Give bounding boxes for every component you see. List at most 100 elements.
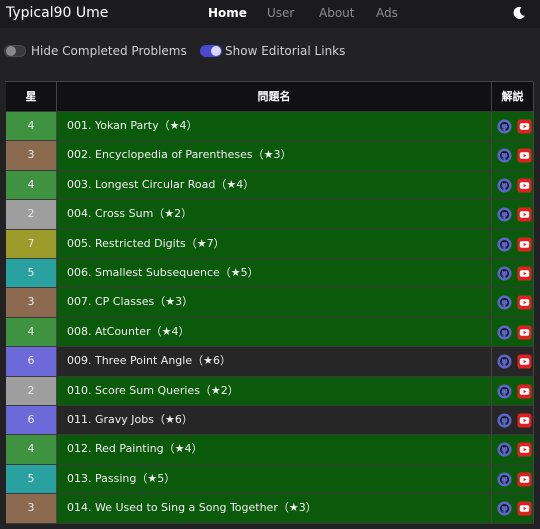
- youtube-icon[interactable]: [517, 384, 532, 399]
- youtube-icon[interactable]: [517, 148, 532, 163]
- header-editorial[interactable]: 解説: [492, 82, 534, 112]
- editorial-links: [492, 376, 534, 405]
- header-star[interactable]: 星: [6, 82, 57, 112]
- editorial-links: [492, 259, 534, 288]
- github-icon[interactable]: [497, 178, 512, 193]
- github-icon[interactable]: [497, 207, 512, 222]
- github-icon[interactable]: [497, 237, 512, 252]
- table-row: 3 014. We Used to Sing a Song Together（★3…: [6, 494, 534, 524]
- brand-title[interactable]: Typical90 Ume: [6, 5, 108, 21]
- github-icon[interactable]: [497, 266, 512, 281]
- difficulty-cell: 7: [6, 229, 57, 258]
- editorial-links: [492, 347, 534, 376]
- editorial-links: [492, 200, 534, 229]
- editorial-links: [492, 229, 534, 258]
- table-row: 6 011. Gravy Jobs（★6）: [6, 406, 534, 436]
- table-row: 5 013. Passing（★5）: [6, 464, 534, 495]
- github-icon[interactable]: [497, 501, 512, 516]
- youtube-icon[interactable]: [517, 266, 532, 281]
- problem-name-link[interactable]: 004. Cross Sum（★2）: [57, 200, 492, 229]
- show-editorial-label: Show Editorial Links: [225, 44, 346, 58]
- youtube-icon[interactable]: [517, 472, 532, 487]
- github-icon[interactable]: [497, 442, 512, 457]
- youtube-icon[interactable]: [517, 501, 532, 516]
- editorial-links: [492, 435, 534, 464]
- difficulty-cell: 5: [6, 464, 57, 494]
- difficulty-cell: 4: [6, 112, 57, 141]
- difficulty-cell: 4: [6, 170, 57, 200]
- problem-name-link[interactable]: 014. We Used to Sing a Song Together（★3）: [57, 494, 492, 523]
- youtube-icon[interactable]: [517, 354, 532, 369]
- table-row: 5 006. Smallest Subsequence（★5）: [6, 259, 534, 289]
- table-row: 3 007. CP Classes（★3）: [6, 288, 534, 318]
- show-editorial-toggle[interactable]: [200, 45, 222, 57]
- editorial-links: [492, 317, 534, 347]
- difficulty-cell: 4: [6, 435, 57, 464]
- problem-name-link[interactable]: 011. Gravy Jobs（★6）: [57, 406, 492, 435]
- problem-name-link[interactable]: 001. Yokan Party（★4）: [57, 112, 492, 141]
- problem-name-link[interactable]: 013. Passing（★5）: [57, 464, 492, 494]
- youtube-icon[interactable]: [517, 442, 532, 457]
- navbar: Typical90 Ume Home User About Ads: [0, 0, 540, 28]
- table-row: 4 008. AtCounter（★4）: [6, 317, 534, 348]
- editorial-links: [492, 288, 534, 317]
- table-row: 4 001. Yokan Party（★4）: [6, 112, 534, 142]
- difficulty-cell: 2: [6, 200, 57, 229]
- youtube-icon[interactable]: [517, 413, 532, 428]
- youtube-icon[interactable]: [517, 237, 532, 252]
- editorial-links: [492, 494, 534, 523]
- github-icon[interactable]: [497, 325, 512, 340]
- youtube-icon[interactable]: [517, 119, 532, 134]
- github-icon[interactable]: [497, 472, 512, 487]
- hide-completed-toggle[interactable]: [4, 45, 26, 57]
- difficulty-cell: 5: [6, 259, 57, 288]
- problem-name-link[interactable]: 007. CP Classes（★3）: [57, 288, 492, 317]
- difficulty-cell: 3: [6, 141, 57, 170]
- nav-ads-link[interactable]: Ads: [376, 6, 398, 20]
- youtube-icon[interactable]: [517, 325, 532, 340]
- github-icon[interactable]: [497, 354, 512, 369]
- table-header: 星 問題名 解説: [6, 82, 534, 112]
- github-icon[interactable]: [497, 119, 512, 134]
- table-row: 2 004. Cross Sum（★2）: [6, 200, 534, 230]
- filter-toggles: Hide Completed Problems Show Editorial L…: [0, 40, 540, 62]
- table-row: 3 002. Encyclopedia of Parentheses（★3）: [6, 141, 534, 171]
- nav-user-link[interactable]: User: [267, 6, 294, 20]
- editorial-links: [492, 406, 534, 435]
- youtube-icon[interactable]: [517, 295, 532, 310]
- problem-name-link[interactable]: 005. Restricted Digits（★7）: [57, 229, 492, 258]
- github-icon[interactable]: [497, 148, 512, 163]
- problem-name-link[interactable]: 002. Encyclopedia of Parentheses（★3）: [57, 141, 492, 170]
- problem-name-link[interactable]: 003. Longest Circular Road（★4）: [57, 170, 492, 200]
- difficulty-cell: 6: [6, 347, 57, 376]
- problem-name-link[interactable]: 006. Smallest Subsequence（★5）: [57, 259, 492, 288]
- nav-home-link[interactable]: Home: [208, 6, 247, 20]
- difficulty-cell: 3: [6, 288, 57, 317]
- difficulty-cell: 4: [6, 317, 57, 347]
- nav-about-link[interactable]: About: [319, 6, 354, 20]
- youtube-icon[interactable]: [517, 178, 532, 193]
- table-row: 7 005. Restricted Digits（★7）: [6, 229, 534, 259]
- hide-completed-label: Hide Completed Problems: [31, 44, 187, 58]
- difficulty-cell: 3: [6, 494, 57, 523]
- table-row: 6 009. Three Point Angle（★6）: [6, 347, 534, 377]
- editorial-links: [492, 112, 534, 141]
- problem-name-link[interactable]: 012. Red Painting（★4）: [57, 435, 492, 464]
- github-icon[interactable]: [497, 413, 512, 428]
- difficulty-cell: 6: [6, 406, 57, 435]
- editorial-links: [492, 464, 534, 494]
- moon-icon[interactable]: [512, 6, 526, 20]
- github-icon[interactable]: [497, 295, 512, 310]
- problem-table: 星 問題名 解説 4 001. Yokan Party（★4） 3 002. Ency…: [5, 81, 534, 524]
- editorial-links: [492, 141, 534, 170]
- youtube-icon[interactable]: [517, 207, 532, 222]
- problem-name-link[interactable]: 009. Three Point Angle（★6）: [57, 347, 492, 376]
- table-row: 2 010. Score Sum Queries（★2）: [6, 376, 534, 406]
- header-problem-name[interactable]: 問題名: [57, 82, 492, 112]
- editorial-links: [492, 170, 534, 200]
- problem-name-link[interactable]: 010. Score Sum Queries（★2）: [57, 376, 492, 405]
- table-row: 4 003. Longest Circular Road（★4）: [6, 170, 534, 201]
- github-icon[interactable]: [497, 384, 512, 399]
- difficulty-cell: 2: [6, 376, 57, 405]
- problem-name-link[interactable]: 008. AtCounter（★4）: [57, 317, 492, 347]
